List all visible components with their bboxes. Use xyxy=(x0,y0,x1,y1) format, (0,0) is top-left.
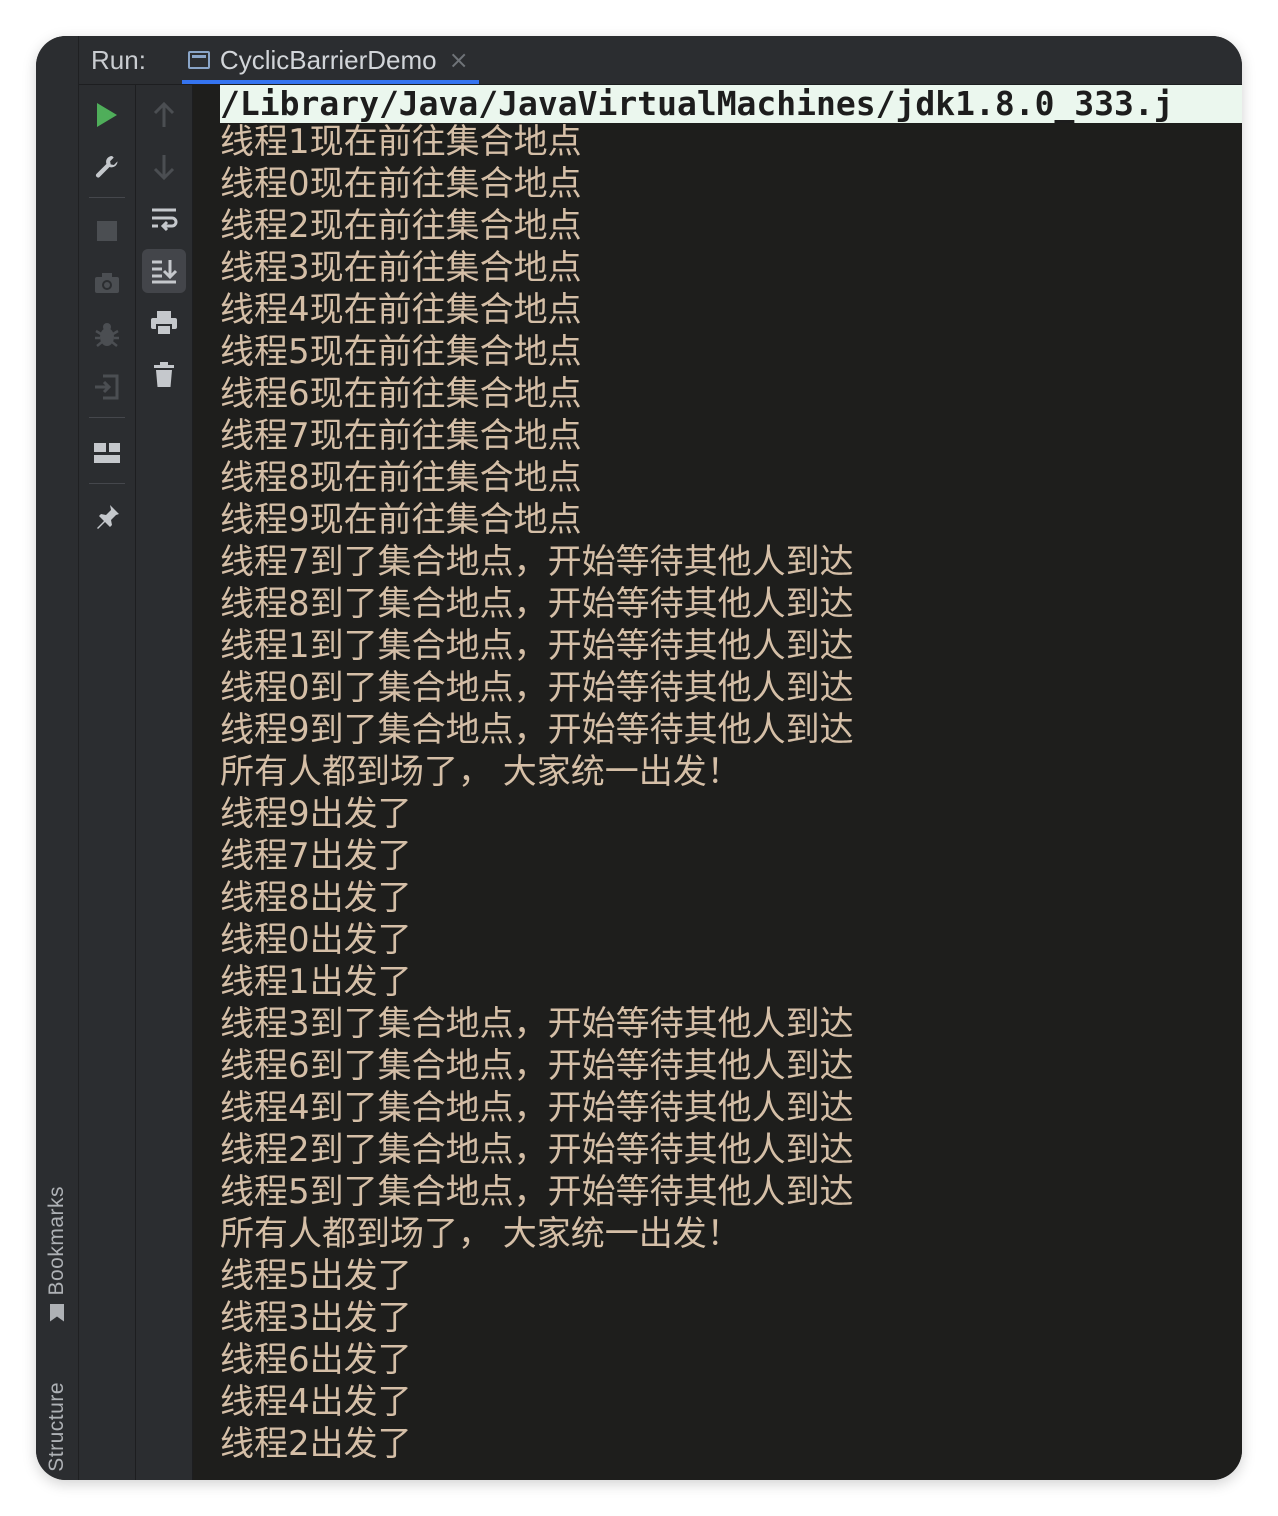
run-toolbar-primary xyxy=(79,85,136,1480)
console-line: 线程7现在前往集合地点 xyxy=(220,416,582,456)
console-line: 线程7到了集合地点，开始等待其他人到达 xyxy=(220,542,854,582)
side-stripe: Bookmarks Structure xyxy=(36,36,79,1480)
console-line: 线程5到了集合地点，开始等待其他人到达 xyxy=(220,1172,854,1212)
structure-label: Structure xyxy=(45,1382,68,1472)
console-line: 线程3出发了 xyxy=(220,1298,412,1338)
console-line: 所有人都到场了， 大家统一出发！ xyxy=(220,1214,741,1254)
toolbar-separator xyxy=(89,483,125,484)
tab-cyclicbarrierdemo[interactable]: CyclicBarrierDemo × xyxy=(181,36,479,84)
run-tab-bar: Run: CyclicBarrierDemo × xyxy=(79,36,1242,85)
stop-icon[interactable] xyxy=(85,209,129,253)
toolbar-separator xyxy=(89,417,125,418)
console-line: 线程8现在前往集合地点 xyxy=(220,458,582,498)
wrench-icon[interactable] xyxy=(85,145,129,189)
console-line: 线程9现在前往集合地点 xyxy=(220,500,582,540)
console-line: 线程5现在前往集合地点 xyxy=(220,332,582,372)
console-line: 线程1现在前往集合地点 xyxy=(220,122,582,162)
console-line: 线程8出发了 xyxy=(220,878,412,918)
console-line: 线程9到了集合地点，开始等待其他人到达 xyxy=(220,710,854,750)
console-line: 所有人都到场了， 大家统一出发！ xyxy=(220,752,741,792)
close-icon[interactable]: × xyxy=(449,46,469,74)
console-line: 线程1出发了 xyxy=(220,962,412,1002)
console-line: 线程6到了集合地点，开始等待其他人到达 xyxy=(220,1046,854,1086)
trash-icon[interactable] xyxy=(142,353,186,397)
console-line: 线程2现在前往集合地点 xyxy=(220,206,582,246)
tab-title: CyclicBarrierDemo xyxy=(219,44,437,75)
console-tab-icon xyxy=(187,51,210,69)
run-tool-window: Bookmarks Structure Run: CyclicBarrierDe… xyxy=(36,36,1242,1480)
console-line: 线程7出发了 xyxy=(220,836,412,876)
console-line: 线程2出发了 xyxy=(220,1424,412,1464)
console-line: 线程5出发了 xyxy=(220,1256,412,1296)
arrow-up-icon[interactable] xyxy=(142,93,186,137)
bookmarks-stripe-button[interactable]: Bookmarks xyxy=(44,1186,70,1322)
console-line: 线程1到了集合地点，开始等待其他人到达 xyxy=(220,626,854,666)
console-lines: 线程1现在前往集合地点 线程0现在前往集合地点 线程2现在前往集合地点 线程3现在前往… xyxy=(220,121,854,1465)
console-line: 线程0出发了 xyxy=(220,920,412,960)
run-label: Run: xyxy=(91,44,146,75)
console-line: 线程2到了集合地点，开始等待其他人到达 xyxy=(220,1130,854,1170)
console-line: 线程0到了集合地点，开始等待其他人到达 xyxy=(220,668,854,708)
console-line: 线程6现在前往集合地点 xyxy=(220,374,582,414)
bookmark-icon xyxy=(50,1303,64,1322)
structure-stripe-button[interactable]: Structure xyxy=(44,1382,70,1472)
console-line: 线程4出发了 xyxy=(220,1382,412,1422)
scroll-to-end-icon[interactable] xyxy=(142,249,186,293)
pin-icon[interactable] xyxy=(85,495,129,539)
console-line: 线程4到了集合地点，开始等待其他人到达 xyxy=(220,1088,854,1128)
camera-icon[interactable] xyxy=(85,261,129,305)
console-line: 线程6出发了 xyxy=(220,1340,412,1380)
exit-icon[interactable] xyxy=(85,365,129,409)
bookmarks-label: Bookmarks xyxy=(45,1186,68,1296)
console-line: 线程4现在前往集合地点 xyxy=(220,290,582,330)
console-output[interactable]: /Library/Java/JavaVirtualMachines/jdk1.8… xyxy=(193,85,1242,1480)
arrow-down-icon[interactable] xyxy=(142,145,186,189)
console-line: 线程3现在前往集合地点 xyxy=(220,248,582,288)
console-line: 线程9出发了 xyxy=(220,794,412,834)
bug-icon[interactable] xyxy=(85,313,129,357)
run-toolbar-secondary xyxy=(136,85,193,1480)
layout-icon[interactable] xyxy=(85,431,129,475)
console-line: 线程3到了集合地点，开始等待其他人到达 xyxy=(220,1004,854,1044)
console-line: 线程0现在前往集合地点 xyxy=(220,164,582,204)
soft-wrap-icon[interactable] xyxy=(142,197,186,241)
print-icon[interactable] xyxy=(142,301,186,345)
console-line: 线程8到了集合地点，开始等待其他人到达 xyxy=(220,584,854,624)
console-command-line: /Library/Java/JavaVirtualMachines/jdk1.8… xyxy=(220,85,1242,123)
toolbar-separator xyxy=(89,197,125,198)
play-icon[interactable] xyxy=(85,93,129,137)
